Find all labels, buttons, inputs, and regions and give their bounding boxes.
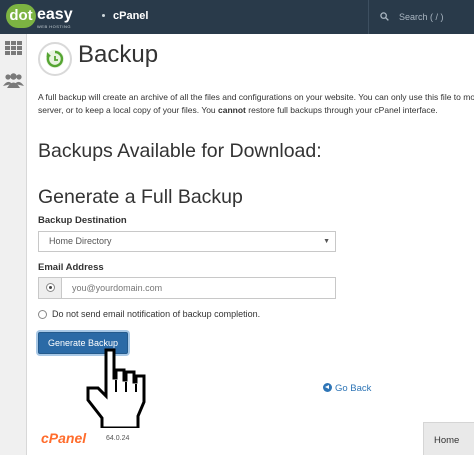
users-icon bbox=[3, 73, 24, 88]
email-radio-addon bbox=[39, 278, 62, 298]
description-emphasis: cannot bbox=[218, 105, 246, 115]
backup-destination-label: Backup Destination bbox=[38, 215, 127, 226]
left-sidebar bbox=[0, 34, 27, 455]
email-field[interactable] bbox=[63, 278, 335, 298]
backups-available-heading: Backups Available for Download: bbox=[38, 140, 322, 162]
cpanel-version: 64.0.24 bbox=[106, 435, 130, 442]
doteasy-logo[interactable]: dot easy WEB HOSTING bbox=[6, 4, 96, 30]
description-line-2-end: restore full backups through your cPanel… bbox=[245, 105, 438, 115]
logo-easy: easy bbox=[37, 6, 73, 23]
grid-icon bbox=[5, 41, 22, 55]
page-description: A full backup will create an archive of … bbox=[38, 91, 474, 117]
go-back-label: Go Back bbox=[335, 383, 372, 394]
search-icon bbox=[380, 12, 389, 21]
go-back-link[interactable]: Go Back bbox=[323, 382, 371, 394]
email-address-label: Email Address bbox=[38, 262, 104, 273]
backup-destination-select[interactable]: Home Directory ▼ bbox=[38, 231, 336, 252]
backup-destination-value: Home Directory bbox=[49, 236, 112, 246]
hand-cursor-icon bbox=[86, 348, 146, 428]
top-bar: dot easy WEB HOSTING cPanel Search ( / ) bbox=[0, 0, 474, 34]
cpanel-footer-logo: cPanel bbox=[41, 430, 87, 446]
search-box[interactable]: Search ( / ) bbox=[368, 0, 474, 34]
sidebar-item-tools[interactable] bbox=[0, 34, 27, 62]
email-input-group bbox=[38, 277, 336, 299]
description-line-2: server, or to keep a local copy of your … bbox=[38, 105, 219, 115]
search-placeholder[interactable]: Search ( / ) bbox=[399, 12, 444, 22]
no-email-label[interactable]: Do not send email notification of backup… bbox=[52, 309, 260, 319]
backup-icon bbox=[38, 42, 72, 76]
description-line-1: A full backup will create an archive of … bbox=[38, 92, 474, 102]
email-radio[interactable] bbox=[46, 283, 55, 292]
sidebar-item-users[interactable] bbox=[0, 66, 27, 94]
logo-dot: dot bbox=[6, 4, 36, 28]
home-label: Home bbox=[434, 435, 460, 446]
generate-backup-heading: Generate a Full Backup bbox=[38, 186, 243, 208]
chevron-down-icon: ▼ bbox=[323, 238, 330, 245]
page-title: Backup bbox=[78, 41, 159, 68]
brand-separator bbox=[102, 14, 105, 17]
product-name[interactable]: cPanel bbox=[113, 10, 148, 22]
logo-subtitle: WEB HOSTING bbox=[37, 24, 71, 29]
home-link[interactable]: Home bbox=[423, 422, 474, 455]
arrow-left-circle-icon bbox=[323, 383, 332, 392]
no-email-radio[interactable] bbox=[38, 310, 47, 319]
